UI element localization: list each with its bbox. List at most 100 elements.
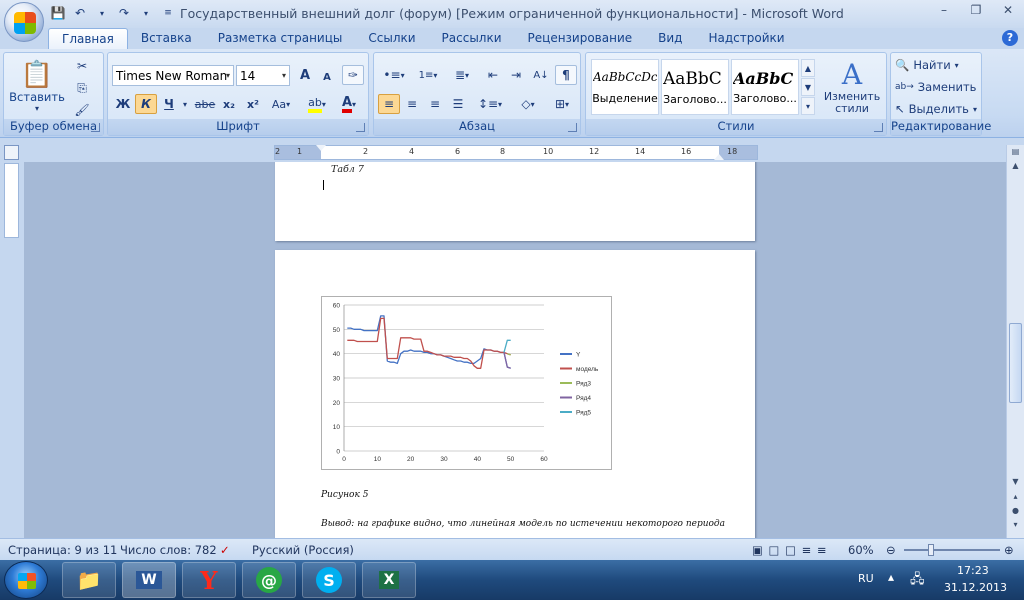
vertical-scrollbar[interactable]: ▤ ▲ ▼ ▴ ● ▾ bbox=[1006, 145, 1024, 538]
increase-indent-icon[interactable]: ⇥ bbox=[505, 65, 527, 85]
tab-references[interactable]: Ссылки bbox=[355, 28, 428, 50]
font-size-combo[interactable]: 14 ▾ bbox=[236, 65, 290, 86]
change-case-button[interactable]: Aa ▾ bbox=[266, 94, 296, 114]
excel-taskbar-button[interactable]: X bbox=[362, 562, 416, 598]
scroll-up-icon[interactable]: ▲ bbox=[1009, 161, 1022, 175]
close-button[interactable]: ✕ bbox=[992, 0, 1024, 20]
zoom-slider[interactable] bbox=[904, 544, 1000, 556]
redo-dropdown-icon[interactable]: ▾ bbox=[138, 5, 154, 21]
font-color-button[interactable]: A ▾ bbox=[334, 94, 364, 114]
highlight-button[interactable]: ab ▾ bbox=[302, 94, 332, 114]
change-styles-button[interactable]: A Изменить стили bbox=[820, 55, 884, 117]
redo-icon[interactable]: ↷ bbox=[116, 5, 132, 21]
show-marks-icon[interactable]: ¶ bbox=[555, 65, 577, 85]
font-launcher-icon[interactable] bbox=[356, 123, 365, 132]
clock-date[interactable]: 31.12.2013 bbox=[944, 581, 1007, 594]
styles-more-icon[interactable]: ▾ bbox=[801, 97, 815, 115]
document-area[interactable]: Табл 7 0 10 20 30 40 50 60 0 10 20 30 40 50 60 Yмодель… bbox=[24, 162, 1006, 538]
explorer-taskbar-button[interactable]: 📁 bbox=[62, 562, 116, 598]
align-center-icon[interactable]: ≡ bbox=[401, 94, 423, 114]
browse-object-icon[interactable]: ● bbox=[1009, 506, 1022, 520]
line-spacing-button[interactable]: ↕≡ ▾ bbox=[474, 94, 506, 114]
save-icon[interactable]: 💾 bbox=[50, 5, 66, 21]
scroll-down-icon[interactable]: ▼ bbox=[1009, 477, 1022, 491]
spelling-check-icon[interactable]: ✓ bbox=[220, 543, 230, 557]
ruler-toggle-icon[interactable]: ▤ bbox=[1009, 147, 1022, 161]
customize-qat-icon[interactable]: ≡ bbox=[160, 5, 176, 21]
paste-button[interactable]: 📋 Вставить ▾ bbox=[9, 57, 65, 115]
select-button[interactable]: ↖ Выделить ▾ bbox=[895, 102, 977, 116]
replace-button[interactable]: ab→ Заменить bbox=[895, 80, 976, 94]
word-taskbar-button[interactable]: W bbox=[122, 562, 176, 598]
undo-dropdown-icon[interactable]: ▾ bbox=[94, 5, 110, 21]
tab-mailings[interactable]: Рассылки bbox=[429, 28, 515, 50]
font-name-dropdown-icon[interactable]: ▾ bbox=[226, 71, 230, 80]
style-heading2[interactable]: AaBbC Заголово... bbox=[731, 59, 799, 115]
justify-icon[interactable]: ☰ bbox=[447, 94, 469, 114]
undo-icon[interactable]: ↶ bbox=[72, 5, 88, 21]
shrink-font-button[interactable]: A bbox=[316, 67, 338, 87]
tab-home[interactable]: Главная bbox=[48, 28, 128, 50]
multilevel-list-button[interactable]: ≣ ▾ bbox=[446, 65, 478, 85]
clear-formatting-icon[interactable]: ✑ bbox=[342, 65, 364, 85]
paragraph-launcher-icon[interactable] bbox=[568, 123, 577, 132]
tab-addins[interactable]: Надстройки bbox=[695, 28, 797, 50]
styles-scroll-up-icon[interactable]: ▲ bbox=[801, 59, 815, 77]
zoom-in-icon[interactable]: ⊕ bbox=[1004, 543, 1014, 557]
clipboard-launcher-icon[interactable] bbox=[91, 123, 100, 132]
style-emphasis[interactable]: AaBbCcDc Выделение bbox=[591, 59, 659, 115]
keyboard-language[interactable]: RU bbox=[858, 572, 874, 585]
styles-scroll-down-icon[interactable]: ▼ bbox=[801, 78, 815, 96]
shading-button[interactable]: ◇ ▾ bbox=[512, 94, 544, 114]
decrease-indent-icon[interactable]: ⇤ bbox=[482, 65, 504, 85]
chart[interactable]: 0 10 20 30 40 50 60 0 10 20 30 40 50 60 Yмодель Ряд3 Ряд… bbox=[321, 296, 612, 470]
zoom-slider-thumb[interactable] bbox=[928, 544, 934, 556]
start-button[interactable] bbox=[4, 561, 48, 599]
right-indent-marker[interactable] bbox=[714, 154, 724, 160]
network-icon[interactable]: 🖧 bbox=[910, 570, 925, 592]
font-size-dropdown-icon[interactable]: ▾ bbox=[282, 71, 286, 80]
sort-icon[interactable]: A↓ bbox=[530, 65, 552, 85]
bullets-button[interactable]: •≡ ▾ bbox=[378, 65, 410, 85]
underline-button[interactable]: Ч bbox=[158, 94, 180, 114]
draft-view-icon[interactable]: ≡ bbox=[817, 543, 828, 557]
previous-page-icon[interactable]: ▴ bbox=[1009, 492, 1022, 506]
next-page-icon[interactable]: ▾ bbox=[1009, 520, 1022, 534]
full-screen-view-icon[interactable]: □ bbox=[769, 543, 781, 557]
find-button[interactable]: 🔍 Найти ▾ bbox=[895, 58, 959, 72]
numbering-button[interactable]: 1≡ ▾ bbox=[412, 65, 444, 85]
skype-taskbar-button[interactable]: S bbox=[302, 562, 356, 598]
style-heading1[interactable]: AaBbC Заголово... bbox=[661, 59, 729, 115]
word-count[interactable]: Число слов: 782 bbox=[120, 543, 217, 557]
show-hidden-icons-icon[interactable]: ▴ bbox=[888, 570, 894, 584]
clock-time[interactable]: 17:23 bbox=[957, 564, 989, 577]
web-layout-view-icon[interactable]: □ bbox=[785, 543, 797, 557]
outline-view-icon[interactable]: ≡ bbox=[802, 543, 813, 557]
bold-button[interactable]: Ж bbox=[112, 94, 134, 114]
tab-selector-button[interactable] bbox=[4, 145, 19, 160]
minimize-button[interactable]: – bbox=[928, 0, 960, 20]
superscript-button[interactable]: x² bbox=[242, 94, 264, 114]
yandex-browser-taskbar-button[interactable]: Y bbox=[182, 562, 236, 598]
tab-insert[interactable]: Вставка bbox=[128, 28, 205, 50]
horizontal-ruler[interactable]: 2 1 2 4 6 8 10 12 14 16 18 bbox=[274, 145, 758, 160]
restore-button[interactable]: ❐ bbox=[960, 0, 992, 20]
font-name-combo[interactable]: Times New Roman ▾ bbox=[112, 65, 234, 86]
tab-page-layout[interactable]: Разметка страницы bbox=[205, 28, 356, 50]
zoom-level[interactable]: 60% bbox=[848, 543, 874, 557]
first-line-indent-marker[interactable] bbox=[316, 145, 326, 151]
strikethrough-button[interactable]: abe bbox=[194, 94, 216, 114]
underline-dropdown-icon[interactable]: ▾ bbox=[180, 94, 190, 114]
grow-font-button[interactable]: A bbox=[294, 65, 316, 85]
styles-launcher-icon[interactable] bbox=[874, 123, 883, 132]
scroll-thumb[interactable] bbox=[1009, 323, 1022, 403]
page[interactable]: Табл 7 bbox=[275, 162, 755, 241]
tab-view[interactable]: Вид bbox=[645, 28, 695, 50]
cut-icon[interactable]: ✂ bbox=[72, 57, 92, 75]
zoom-out-icon[interactable]: ⊖ bbox=[886, 543, 896, 557]
copy-icon[interactable]: ⎘ bbox=[72, 79, 92, 97]
language-indicator[interactable]: Русский (Россия) bbox=[252, 543, 354, 557]
italic-button[interactable]: К bbox=[135, 94, 157, 114]
align-left-icon[interactable]: ≡ bbox=[378, 94, 400, 114]
tab-review[interactable]: Рецензирование bbox=[515, 28, 646, 50]
